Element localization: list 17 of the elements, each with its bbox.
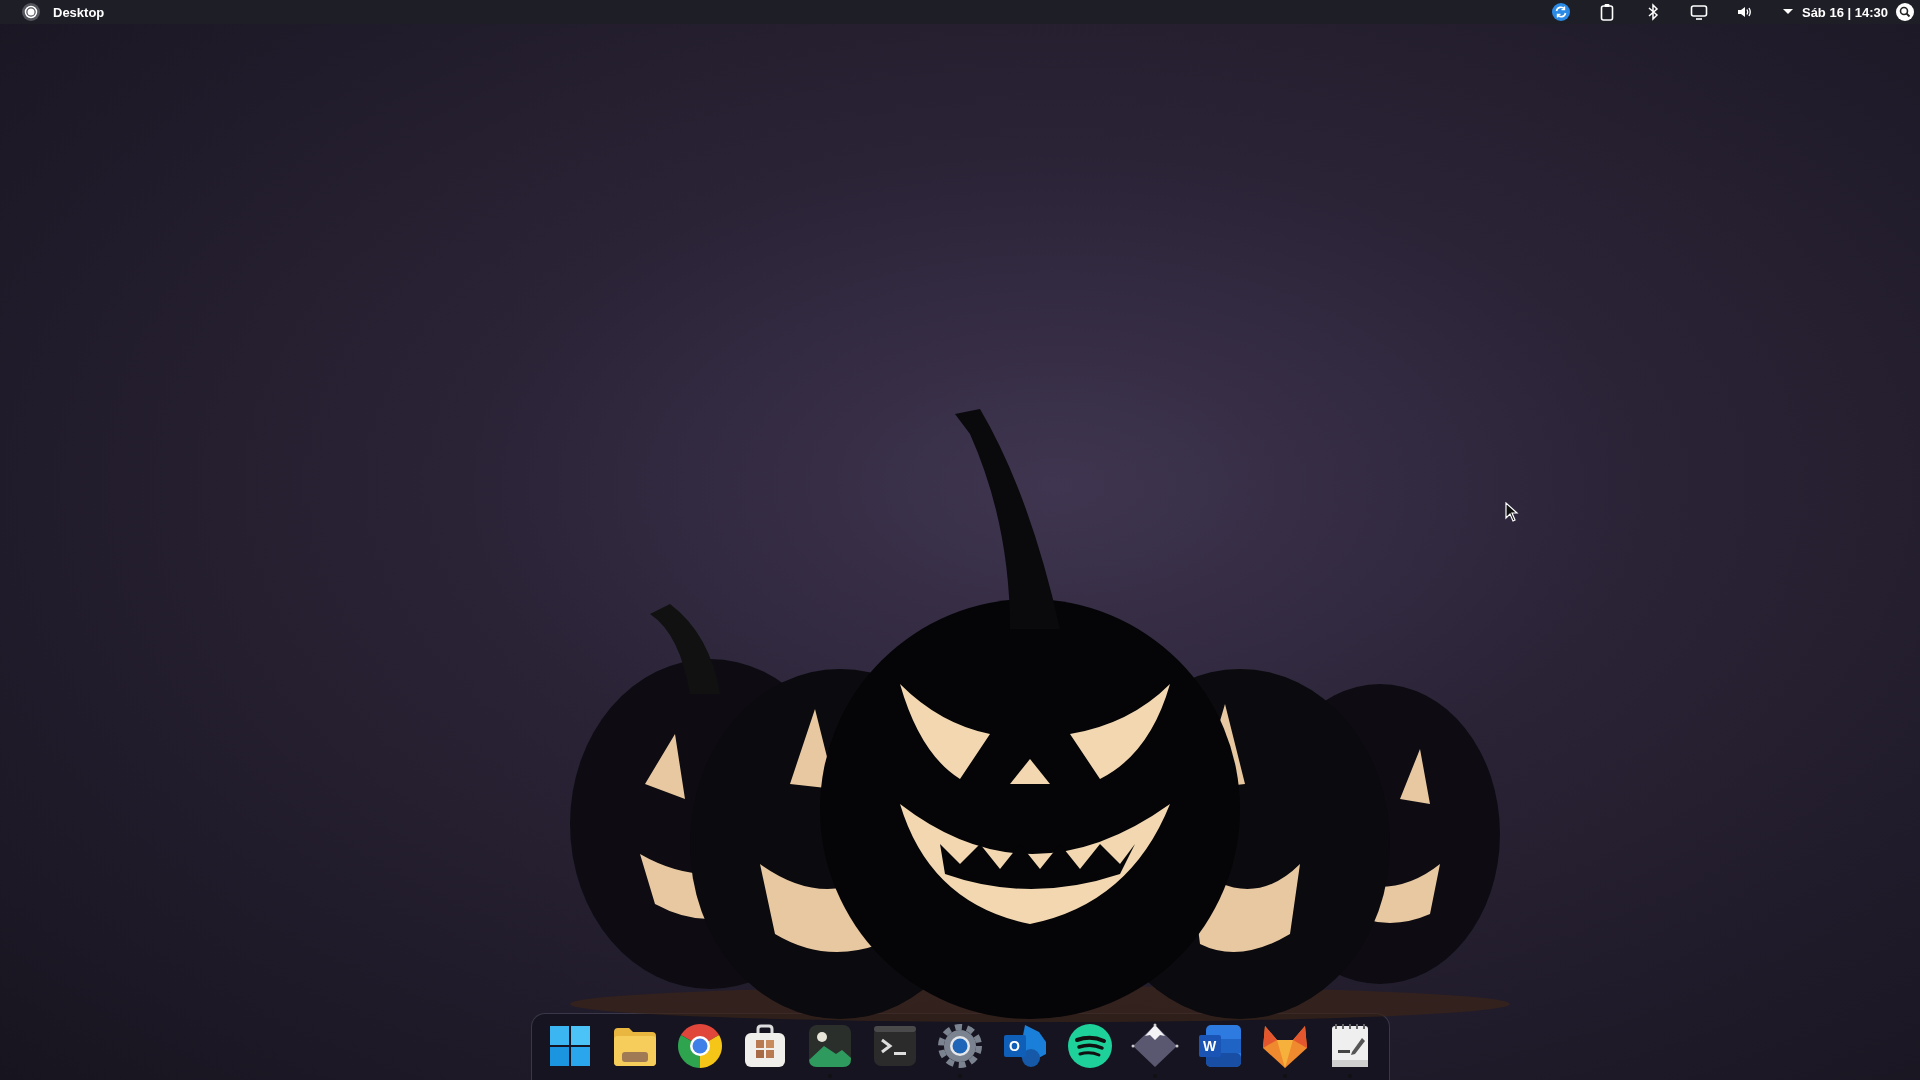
chrome-logo-icon (675, 1022, 724, 1070)
logo-letter: W (1201, 1037, 1218, 1056)
dock-app-button[interactable]: O (1000, 1022, 1049, 1078)
clock[interactable]: Sáb 16 | 14:30 (1801, 4, 1888, 20)
sync-icon[interactable] (1551, 3, 1570, 21)
logo-letter: O (1008, 1037, 1021, 1056)
mouse-pointer-icon (1505, 502, 1519, 522)
dock-app-button[interactable] (935, 1022, 984, 1078)
workspace-title: Desktop (53, 4, 105, 20)
dock-app-button[interactable] (1130, 1022, 1179, 1078)
dock-app-button[interactable]: W (1195, 1022, 1244, 1078)
display-icon[interactable] (1689, 3, 1708, 21)
spotify-logo-icon (1065, 1022, 1114, 1070)
gear-icon (935, 1022, 984, 1070)
mountain-icon (1130, 1022, 1179, 1070)
record-icon[interactable] (22, 3, 40, 21)
search-icon[interactable] (1896, 3, 1914, 21)
